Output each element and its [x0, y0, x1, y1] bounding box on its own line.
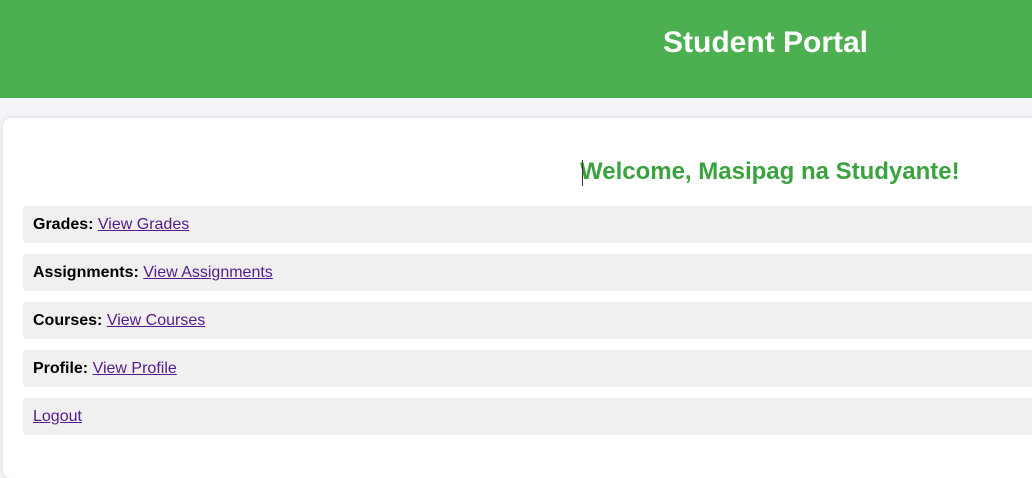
menu-item-profile: Profile: View Profile — [23, 350, 1032, 387]
nav-menu: Grades: View Grades Assignments: View As… — [23, 206, 1032, 446]
view-assignments-link[interactable]: View Assignments — [143, 264, 273, 281]
menu-item-courses: Courses: View Courses — [23, 302, 1032, 339]
menu-item-assignments: Assignments: View Assignments — [23, 254, 1032, 291]
menu-item-grades: Grades: View Grades — [23, 206, 1032, 243]
header-bar: Student Portal — [0, 0, 1032, 98]
view-profile-link[interactable]: View Profile — [93, 360, 177, 377]
profile-label: Profile: — [33, 360, 89, 377]
courses-label: Courses: — [33, 312, 103, 329]
view-grades-link[interactable]: View Grades — [98, 216, 189, 233]
text-caret — [582, 160, 583, 186]
assignments-label: Assignments: — [33, 264, 139, 281]
menu-item-logout: Logout — [23, 398, 1032, 435]
view-courses-link[interactable]: View Courses — [107, 312, 205, 329]
logout-link[interactable]: Logout — [33, 408, 82, 425]
welcome-heading: Welcome, Masipag na Studyante! — [580, 158, 960, 185]
page-title: Student Portal — [663, 26, 869, 59]
grades-label: Grades: — [33, 216, 94, 233]
